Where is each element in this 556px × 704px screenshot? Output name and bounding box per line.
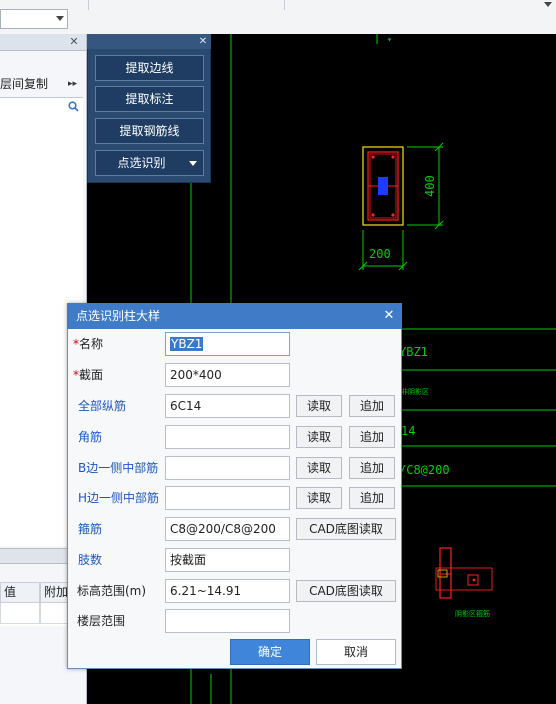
h-side-rebar-field[interactable] [165,486,290,510]
more-icon[interactable]: ▸▸ [68,76,82,92]
chevron-down-icon[interactable] [189,161,197,166]
dim-height-label: 400 [423,175,437,197]
floor-range-label: 楼层范围 [77,614,126,628]
elevation-field[interactable]: 6.21~14.91 [165,579,290,603]
svg-text:▾: ▾ [387,35,392,44]
cad-text-14: 14 [401,424,415,438]
close-icon[interactable]: ✕ [380,303,398,329]
corner-rebar-label: 角筋 [78,430,103,444]
search-input[interactable] [0,97,83,117]
column-header-value: 值 [0,582,40,603]
legs-field[interactable]: 按截面 [165,548,290,572]
b-side-rebar-label: B边一侧中部筋 [78,461,159,475]
name-field[interactable]: YBZ1 [165,332,290,356]
cancel-button[interactable]: 取消 [316,639,396,665]
point-identify-label: 点选识别 [117,156,166,170]
legs-label: 肢数 [78,553,103,567]
corner-rebar-read-button[interactable]: 读取 [296,426,342,448]
tool-panel-header [87,34,211,49]
b-side-read-button[interactable]: 读取 [296,457,342,479]
point-identify-button[interactable]: 点选识别 [95,150,204,176]
section-label: *截面 [73,368,104,382]
toolbar-dropdown-icon[interactable] [540,0,556,10]
floor-range-field[interactable] [165,609,290,633]
layer-combo[interactable] [0,9,68,29]
chevron-down-icon [56,16,64,21]
extract-rebar-line-button[interactable]: 提取钢筋线 [95,118,204,144]
stirrup-cad-read-button[interactable]: CAD底图读取 [296,518,396,540]
search-icon [68,101,79,112]
cad-text-caption: 阴影区箍筋 [455,609,490,618]
table-cell[interactable] [0,603,40,624]
cad-text-ybz: YBZ1 [399,345,428,359]
floor-copy-tab[interactable]: 层间复制 [0,76,50,92]
toolbar-divider [284,0,285,10]
extract-edge-button[interactable]: 提取边线 [95,55,204,81]
stirrup-field[interactable]: C8@200/C8@200 [165,517,290,541]
all-rebar-append-button[interactable]: 追加 [349,395,395,417]
corner-rebar-append-button[interactable]: 追加 [349,426,395,448]
close-icon[interactable]: ✕ [196,34,210,49]
toolbar-divider [88,0,89,10]
elevation-label: 标高范围(m) [77,584,147,598]
extract-label-button[interactable]: 提取标注 [95,86,204,112]
h-side-rebar-label: H边一侧中部筋 [78,491,160,505]
all-rebar-field[interactable]: 6C14 [165,394,290,418]
corner-rebar-field[interactable] [165,425,290,449]
name-label: *名称 [73,337,104,351]
cad-text-stirrup: /C8@200 [399,463,450,477]
all-rebar-read-button[interactable]: 读取 [296,395,342,417]
stirrup-label: 箍筋 [78,522,103,536]
confirm-button[interactable]: 确定 [230,639,310,665]
cad-text-note: 非阴影区 [401,387,429,396]
selected-marker [378,177,388,195]
dialog-title: 点选识别柱大样 [76,309,161,323]
b-side-append-button[interactable]: 追加 [349,457,395,479]
dim-width-label: 200 [369,247,391,261]
h-side-read-button[interactable]: 读取 [296,487,342,509]
b-side-rebar-field[interactable] [165,456,290,480]
all-rebar-label: 全部纵筋 [78,399,127,413]
close-icon[interactable]: ✕ [68,34,80,50]
top-toolbar [0,0,556,35]
h-side-append-button[interactable]: 追加 [349,487,395,509]
elevation-cad-read-button[interactable]: CAD底图读取 [296,580,396,602]
section-field[interactable]: 200*400 [165,363,290,387]
